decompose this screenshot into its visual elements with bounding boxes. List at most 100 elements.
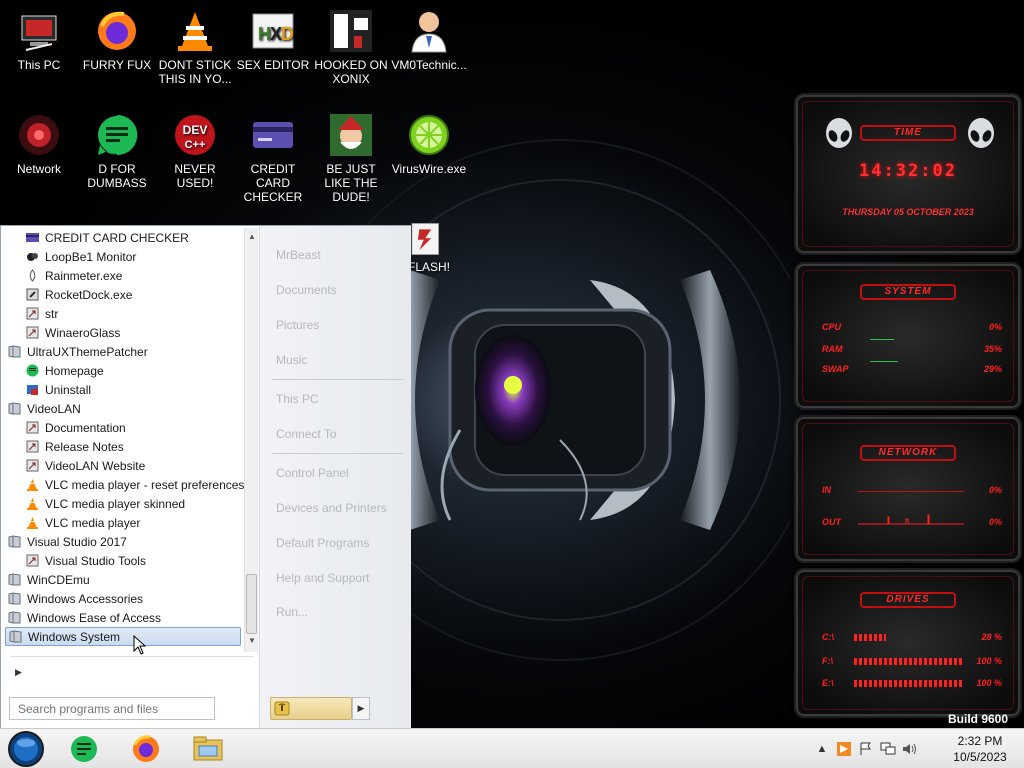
program-item[interactable]: VideoLAN Website [25,456,145,475]
drive-c-usage-bar [854,634,886,641]
program-item[interactable]: Windows Ease of Access [7,608,161,627]
program-item-label: str [45,306,59,321]
network-tray-icon[interactable] [880,741,896,757]
folder-icon [7,573,21,587]
program-item[interactable]: str [25,304,58,323]
program-item[interactable]: RocketDock.exe [25,285,132,304]
start-item-this-pc[interactable]: This PC [276,392,319,406]
program-item[interactable]: CREDIT CARD CHECKER [25,228,189,247]
show-hidden-icons-chevron-icon[interactable]: ▲ [814,741,830,757]
shutdown-options-arrow[interactable]: ▶ [352,697,370,720]
gadget-network-title: NETWORK [878,447,938,458]
action-center-flag-icon[interactable] [858,741,874,757]
search-programs-input[interactable] [9,697,215,720]
start-item-pictures[interactable]: Pictures [276,318,319,332]
credit-card-icon [25,231,39,245]
svg-text:D: D [281,24,294,44]
program-item[interactable]: Visual Studio 2017 [7,532,127,551]
shutdown-icon [274,701,290,716]
start-menu[interactable]: CREDIT CARD CHECKER LoopBe1 Monitor Rainme… [0,225,411,729]
gadget-drives[interactable]: DRIVES C:\ 28 % F:\ 100 % E:\ 100 % [794,568,1022,718]
start-item-documents[interactable]: Documents [276,283,337,297]
program-item[interactable]: WinCDEmu [7,570,90,589]
start-item-control-panel[interactable]: Control Panel [276,466,349,480]
program-item-label: WinaeroGlass [45,325,121,340]
program-item[interactable]: VLC media player [25,513,140,532]
desktop-icon-network[interactable]: Network [0,112,78,176]
desktop-icon-credit-card-checker[interactable]: CREDIT CARD CHECKER [234,112,312,204]
program-item[interactable]: VLC media player skinned [25,494,185,513]
vlc-cone-icon [25,478,39,492]
taskbar-file-explorer-icon[interactable] [192,734,224,764]
program-item[interactable]: WinaeroGlass [25,323,120,342]
desktop-icon-be-just-like-the-dude[interactable]: BE JUST LIKE THE DUDE! [312,112,390,204]
gadget-system-title: SYSTEM [884,286,932,297]
scroll-down-arrow[interactable]: ▼ [245,634,259,648]
build-watermark: Build 9600 [948,712,1009,726]
start-orb-button[interactable] [6,731,46,767]
programs-scrollbar[interactable]: ▲ ▼ [244,228,258,652]
scroll-thumb[interactable] [246,574,257,634]
start-item-devices-printers[interactable]: Devices and Printers [276,501,387,515]
scroll-up-arrow[interactable]: ▲ [245,230,259,244]
folder-icon [7,611,21,625]
program-item[interactable]: Rainmeter.exe [25,266,122,285]
divider [11,656,253,657]
start-item-default-programs[interactable]: Default Programs [276,536,369,550]
gadget-system[interactable]: SYSTEM CPU 0% RAM 35% SWAP 29% [794,262,1022,410]
program-item-label: VLC media player [45,515,141,530]
desktop-icon-this-pc[interactable]: This PC [0,8,78,72]
start-item-help-support[interactable]: Help and Support [276,571,369,585]
folder-icon [8,630,22,644]
desktop-icon-never-used[interactable]: DEV C++ NEVER USED! [156,112,234,190]
ram-meter-bar [870,339,894,340]
program-item[interactable]: Visual Studio Tools [25,551,146,570]
program-item[interactable]: LoopBe1 Monitor [25,247,136,266]
clock-date: 10/5/2023 [953,750,1007,764]
folder-icon [7,345,21,359]
start-item-run[interactable]: Run... [276,605,308,619]
credit-card-icon [253,122,293,148]
program-item-label: UltraUXThemePatcher [27,344,148,359]
program-item[interactable]: Uninstall [25,380,91,399]
desktop[interactable]: This PC FURRY FUX DONT STICK THIS IN YO.… [0,0,1024,768]
desktop-icon-vm0technic[interactable]: VM0Technic... [390,8,468,72]
all-programs-list[interactable]: CREDIT CARD CHECKER LoopBe1 Monitor Rainme… [1,228,244,652]
taskbar-notepad-green-icon[interactable] [68,734,100,764]
desktop-icon-d-for-dumbass[interactable]: D FOR DUMBASS [78,112,156,190]
start-item-music[interactable]: Music [276,353,307,367]
program-item[interactable]: UltraUXThemePatcher [7,342,148,361]
shortcut-icon [25,554,39,568]
program-item[interactable]: Homepage [25,361,104,380]
program-item-label: RocketDock.exe [45,287,133,302]
program-item-label: Windows System [28,629,121,644]
taskbar-firefox-icon[interactable] [130,734,162,764]
back-arrow-icon[interactable]: ▶ [15,667,22,678]
program-item[interactable]: Windows Accessories [7,589,143,608]
svg-text:DEV: DEV [183,123,208,137]
start-item-connect-to[interactable]: Connect To [276,427,337,441]
desktop-icon-viruswire[interactable]: VirusWire.exe [390,112,468,176]
program-item[interactable]: VLC media player - reset preferences ar [25,475,244,494]
drive-e-usage-bar [854,680,964,687]
notepad-green-icon [25,364,39,378]
taskbar-clock[interactable]: 2:32 PM 10/5/2023 [940,733,1020,765]
desktop-icon-vlc[interactable]: DONT STICK THIS IN YO... [156,8,234,86]
folder-icon [7,592,21,606]
desktop-icon-hooked-on-xonix[interactable]: HOOKED ON XONIX [312,8,390,86]
desktop-icon-sex-editor[interactable]: HXD SEX EDITOR [234,8,312,72]
gadget-network[interactable]: NETWORK IN 0% OUT 0% [794,415,1022,563]
desktop-icon-furry-fux[interactable]: FURRY FUX [78,8,156,72]
program-item-label: Uninstall [45,382,92,397]
notepad-green-icon [98,114,138,155]
network-icon [19,115,59,155]
shutdown-button[interactable] [270,697,352,720]
volume-icon[interactable] [902,741,918,757]
program-item[interactable]: Windows System [5,627,241,646]
program-item[interactable]: Documentation [25,418,126,437]
gadget-time[interactable]: TIME 14:32:02 THURSDAY 05 OCTOBER 2023 [794,93,1022,255]
program-item[interactable]: VideoLAN [7,399,81,418]
program-item[interactable]: Release Notes [25,437,124,456]
start-item-user[interactable]: MrBeast [276,248,321,262]
app-tray-icon[interactable] [836,741,852,757]
